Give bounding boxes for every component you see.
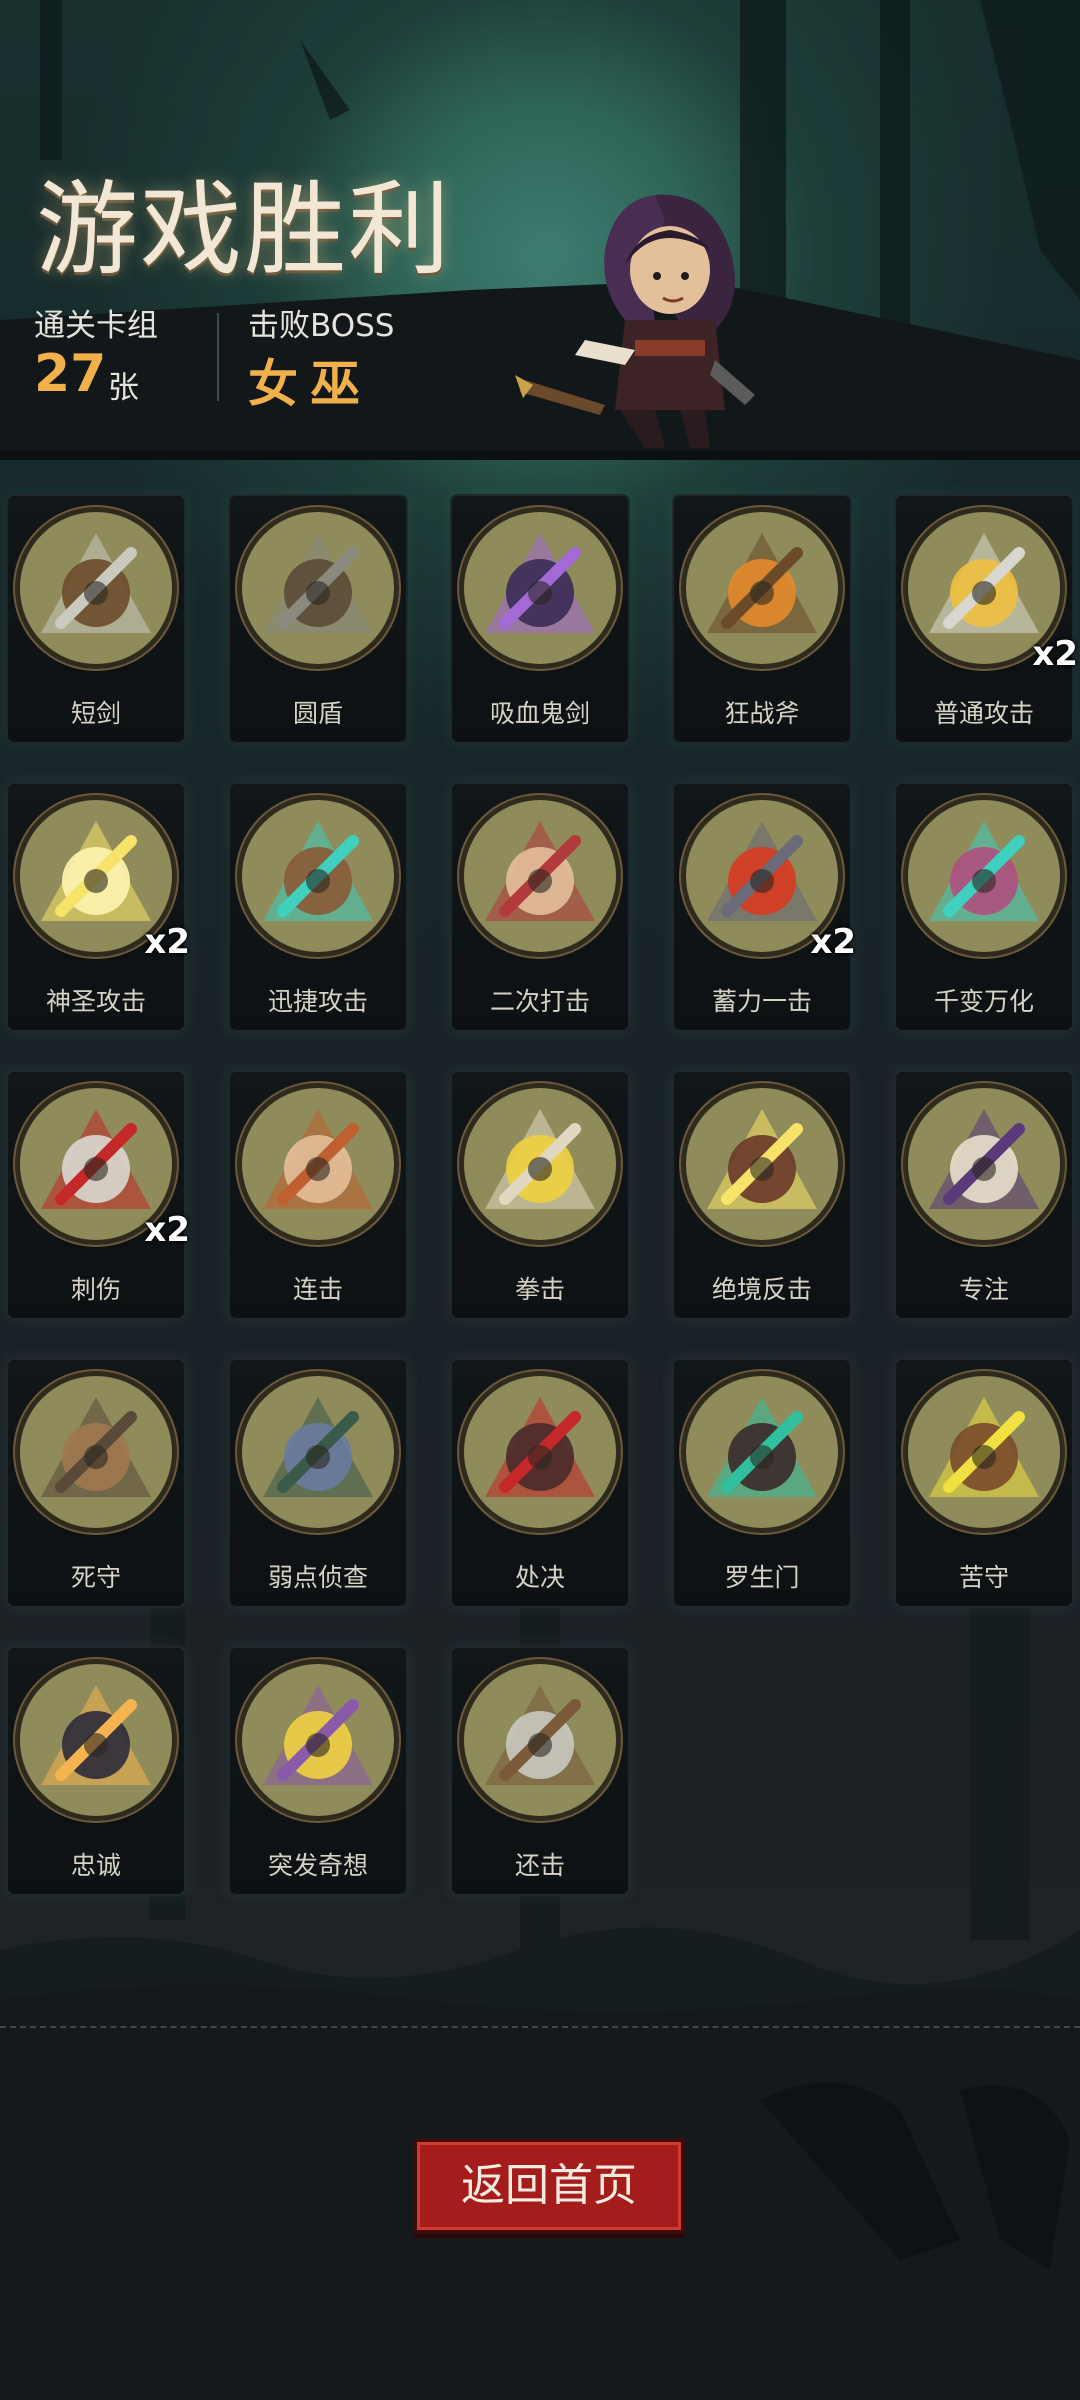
card-19[interactable]: 罗生门 bbox=[672, 1358, 852, 1608]
card-6[interactable]: x2 神圣攻击 bbox=[6, 782, 190, 1032]
card-13[interactable]: 拳击 bbox=[450, 1070, 630, 1320]
wolf-weakness-icon bbox=[242, 1376, 394, 1528]
card-name: 吸血鬼剑 bbox=[489, 699, 590, 728]
card-name: 短剑 bbox=[70, 699, 121, 728]
deck-unit: 张 bbox=[108, 370, 139, 406]
card-name: 蓄力一击 bbox=[711, 987, 812, 1016]
shapeshift-icon bbox=[908, 800, 1060, 952]
card-name: 普通攻击 bbox=[933, 699, 1034, 728]
skull-shield-icon bbox=[242, 512, 394, 664]
card-10[interactable]: 千变万化 bbox=[894, 782, 1074, 1032]
card-14[interactable]: 绝境反击 bbox=[672, 1070, 852, 1320]
card-4[interactable]: 狂战斧 bbox=[672, 494, 852, 744]
dagger-icon bbox=[20, 512, 172, 664]
skull-punch-icon bbox=[464, 1088, 616, 1240]
counter-attack-icon bbox=[464, 1664, 616, 1816]
lightbulb-idea-icon bbox=[242, 1664, 394, 1816]
card-count-badge: x2 bbox=[144, 922, 190, 962]
card-name: 死守 bbox=[70, 1563, 121, 1592]
endurance-icon bbox=[908, 1376, 1060, 1528]
swift-strike-icon bbox=[242, 800, 394, 952]
card-5[interactable]: x2 普通攻击 bbox=[894, 494, 1078, 744]
card-name: 刺伤 bbox=[70, 1275, 121, 1304]
card-name: 罗生门 bbox=[724, 1563, 800, 1592]
card-18[interactable]: 处决 bbox=[450, 1358, 630, 1608]
card-11[interactable]: x2 刺伤 bbox=[6, 1070, 190, 1320]
card-name: 神圣攻击 bbox=[45, 987, 146, 1016]
card-name: 专注 bbox=[958, 1275, 1009, 1304]
card-23[interactable]: 还击 bbox=[450, 1646, 630, 1896]
card-name: 圆盾 bbox=[292, 699, 343, 728]
double-hit-icon bbox=[464, 800, 616, 952]
card-name: 狂战斧 bbox=[724, 699, 800, 728]
card-count-badge: x2 bbox=[810, 922, 856, 962]
cross-icon bbox=[20, 1664, 172, 1816]
card-12[interactable]: 连击 bbox=[228, 1070, 408, 1320]
card-15[interactable]: 专注 bbox=[894, 1070, 1074, 1320]
card-name: 迅捷攻击 bbox=[267, 987, 368, 1016]
card-17[interactable]: 弱点侦查 bbox=[228, 1358, 408, 1608]
card-8[interactable]: 二次打击 bbox=[450, 782, 630, 1032]
card-name: 苦守 bbox=[958, 1563, 1009, 1592]
card-count-badge: x2 bbox=[144, 1210, 190, 1250]
desperate-counter-icon bbox=[686, 1088, 838, 1240]
boss-name: 女巫 bbox=[248, 355, 372, 413]
home-button[interactable]: 返回首页 bbox=[413, 2138, 685, 2234]
card-name: 千变万化 bbox=[933, 987, 1034, 1016]
execution-icon bbox=[464, 1376, 616, 1528]
card-name: 二次打击 bbox=[489, 987, 590, 1016]
card-name: 处决 bbox=[514, 1563, 565, 1592]
demon-gate-icon bbox=[686, 1376, 838, 1528]
card-3[interactable]: 吸血鬼剑 bbox=[450, 494, 630, 744]
card-21[interactable]: 忠诚 bbox=[6, 1646, 186, 1896]
card-9[interactable]: x2 蓄力一击 bbox=[672, 782, 856, 1032]
card-name: 弱点侦查 bbox=[267, 1563, 368, 1592]
deck-label: 通关卡组 bbox=[34, 308, 158, 344]
deck-count: 27 bbox=[34, 344, 107, 404]
boss-label: 击败BOSS bbox=[248, 308, 395, 344]
card-16[interactable]: 死守 bbox=[6, 1358, 186, 1608]
page-title: 游戏胜利 bbox=[36, 171, 452, 290]
card-name: 连击 bbox=[292, 1275, 343, 1304]
witch-hero-icon bbox=[515, 194, 755, 448]
archer-combo-icon bbox=[242, 1088, 394, 1240]
card-7[interactable]: 迅捷攻击 bbox=[228, 782, 408, 1032]
vampire-sword-icon bbox=[464, 512, 616, 664]
card-count-badge: x2 bbox=[1032, 634, 1078, 674]
card-22[interactable]: 突发奇想 bbox=[228, 1646, 408, 1896]
card-name: 拳击 bbox=[514, 1275, 565, 1304]
last-stand-icon bbox=[20, 1376, 172, 1528]
focus-wizard-icon bbox=[908, 1088, 1060, 1240]
card-name: 忠诚 bbox=[70, 1851, 121, 1880]
divider-line bbox=[0, 2026, 1080, 2028]
card-20[interactable]: 苦守 bbox=[894, 1358, 1074, 1608]
card-1[interactable]: 短剑 bbox=[6, 494, 186, 744]
pumpkin-axe-icon bbox=[686, 512, 838, 664]
card-2[interactable]: 圆盾 bbox=[228, 494, 408, 744]
stat-divider bbox=[217, 313, 219, 401]
card-name: 绝境反击 bbox=[711, 1275, 812, 1304]
card-name: 还击 bbox=[514, 1851, 565, 1880]
card-name: 突发奇想 bbox=[267, 1851, 368, 1880]
